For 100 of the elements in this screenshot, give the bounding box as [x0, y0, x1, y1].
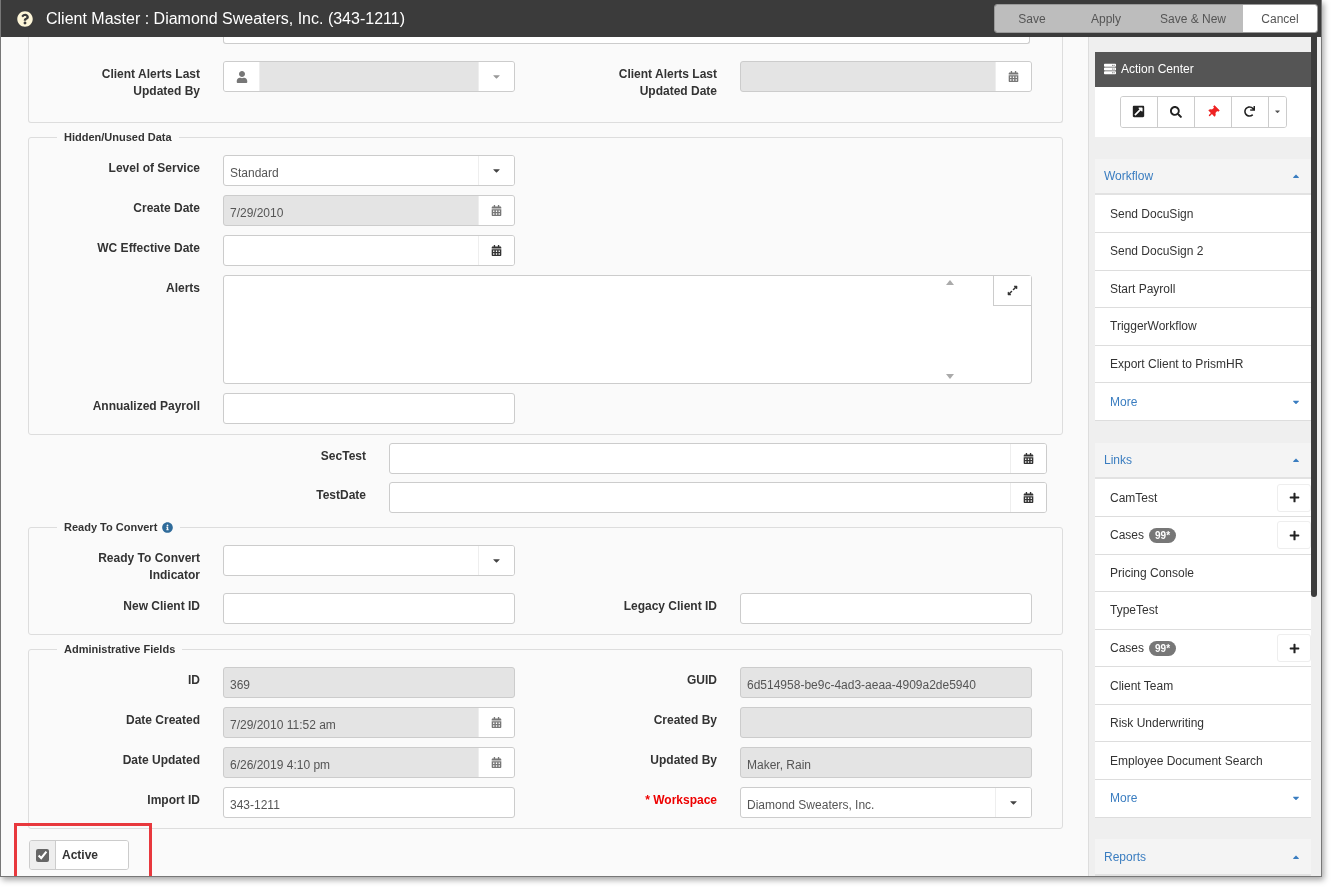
action-item[interactable]: TypeTest [1095, 592, 1311, 630]
field-label: Client Alerts Last Updated Date [617, 66, 717, 100]
help-icon[interactable] [17, 10, 33, 27]
plus-icon [1288, 492, 1300, 504]
field-label: Alerts [166, 280, 200, 297]
date-field[interactable] [389, 443, 1047, 474]
item-label: TypeTest [1110, 603, 1159, 618]
external-link-icon [1132, 105, 1145, 119]
action-button[interactable]: Save [995, 5, 1069, 32]
add-button[interactable] [1277, 483, 1311, 512]
item-label: More [1110, 791, 1138, 806]
select-field[interactable] [223, 545, 515, 576]
field-label: Legacy Client ID [623, 598, 717, 615]
select-field[interactable]: Diamond Sweaters, Inc. [740, 787, 1032, 818]
select-field[interactable]: Standard [223, 155, 515, 186]
field-value: 369 [229, 676, 252, 692]
field-value: Maker, Rain [746, 756, 813, 772]
more-item[interactable]: More [1095, 383, 1311, 421]
action-item[interactable]: Cases 99* [1095, 629, 1311, 668]
item-label: More [1110, 394, 1138, 409]
input-field[interactable]: 343-1211 [223, 787, 515, 818]
scrollbar-thumb[interactable] [1311, 37, 1317, 597]
field-label: GUID [687, 672, 717, 689]
group-header[interactable]: Workflow [1095, 158, 1311, 196]
section-legend: Ready To Convert [64, 521, 158, 533]
calendar-icon [491, 757, 502, 768]
field-label: Level of Service [108, 160, 200, 177]
field-value: Standard [229, 164, 280, 180]
item-label: Risk Underwriting [1110, 716, 1205, 731]
refresh-icon [1244, 106, 1255, 118]
action-item[interactable]: Client Team [1095, 667, 1311, 705]
field-label: Ready To Convert Indicator [97, 550, 200, 584]
field-label: Client Alerts Last Updated By [100, 66, 200, 100]
group-title: Workflow [1104, 169, 1154, 184]
action-item[interactable]: Send DocuSign 2 [1095, 233, 1311, 271]
group-header[interactable]: Reports [1095, 839, 1311, 876]
cancel-button[interactable]: Cancel [1243, 5, 1317, 32]
add-button[interactable] [1277, 634, 1311, 662]
field-label: SecTest [320, 448, 366, 465]
item-label: Send DocuSign [1110, 206, 1194, 221]
action-item[interactable]: Pricing Console [1095, 554, 1311, 593]
field-label: New Client ID [123, 598, 200, 615]
server-icon [1104, 63, 1116, 76]
item-label: Send DocuSign 2 [1110, 244, 1204, 259]
external-link-button[interactable] [1120, 96, 1158, 127]
field-label: TestDate [316, 487, 366, 504]
action-button[interactable]: Apply [1069, 5, 1143, 32]
field-label: Created By [653, 712, 717, 729]
date-field[interactable] [223, 235, 515, 266]
item-label: Export Client to PrismHR [1110, 357, 1244, 372]
field-label: WC Effective Date [97, 240, 200, 257]
add-button[interactable] [1277, 521, 1311, 550]
field-value: 6d514958-be9c-4ad3-aeaa-4909a2de5940 [746, 676, 977, 692]
action-item[interactable]: CamTest [1095, 479, 1311, 517]
field-value: 343-1211 [229, 796, 281, 812]
input-field[interactable] [223, 593, 515, 624]
field-value: 7/29/2010 11:52 am [229, 716, 337, 732]
info-icon[interactable] [162, 521, 174, 533]
item-label: Client Team [1110, 678, 1174, 693]
action-item[interactable]: Cases 99* [1095, 516, 1311, 555]
field-label: * Workspace [645, 792, 717, 809]
calendar-icon [491, 245, 502, 256]
count-badge: 99* [1149, 527, 1177, 543]
date-field[interactable] [389, 482, 1047, 513]
calendar-icon [491, 717, 502, 728]
group-title: Reports [1104, 849, 1147, 864]
action-button[interactable]: Save & New [1143, 5, 1243, 32]
field-label: Create Date [133, 200, 200, 217]
active-checkbox[interactable]: Active [29, 840, 129, 870]
field-label: ID [188, 672, 200, 689]
field-label: Date Updated [122, 752, 200, 769]
item-label: TriggerWorkflow [1110, 319, 1197, 334]
action-item[interactable]: Send DocuSign [1095, 195, 1311, 233]
action-item[interactable]: Employee Document Search [1095, 742, 1311, 781]
checkbox[interactable] [36, 848, 49, 862]
action-item[interactable]: Risk Underwriting [1095, 704, 1311, 743]
field-label: Date Created [125, 712, 200, 729]
section-legend: Administrative Fields [64, 643, 176, 655]
field-value: Diamond Sweaters, Inc. [746, 796, 876, 812]
expand-button[interactable] [993, 276, 1031, 306]
more-item[interactable]: More [1095, 780, 1311, 818]
action-item[interactable]: Export Client to PrismHR [1095, 345, 1311, 384]
item-label: CamTest [1110, 490, 1158, 505]
field-value: 7/29/2010 [229, 204, 285, 220]
count-badge: 99* [1149, 640, 1177, 656]
action-item[interactable]: Start Payroll [1095, 270, 1311, 309]
input-field[interactable] [223, 37, 1030, 44]
group-header[interactable]: Links [1095, 442, 1311, 480]
field-value: 6/26/2019 4:10 pm [229, 756, 332, 772]
window-title: Client Master : Diamond Sweaters, Inc. (343-1211) [46, 9, 406, 28]
calendar-icon [1023, 453, 1034, 464]
plus-icon [1288, 529, 1300, 541]
action-item[interactable]: TriggerWorkflow [1095, 308, 1311, 346]
textarea-field[interactable] [223, 275, 1032, 384]
search-icon [1169, 105, 1182, 118]
input-field[interactable] [223, 393, 515, 424]
panel-title: Action Center [1121, 62, 1194, 77]
input-field[interactable] [740, 593, 1032, 624]
item-label: Pricing Console [1110, 565, 1195, 580]
item-label: Employee Document Search [1110, 753, 1263, 768]
